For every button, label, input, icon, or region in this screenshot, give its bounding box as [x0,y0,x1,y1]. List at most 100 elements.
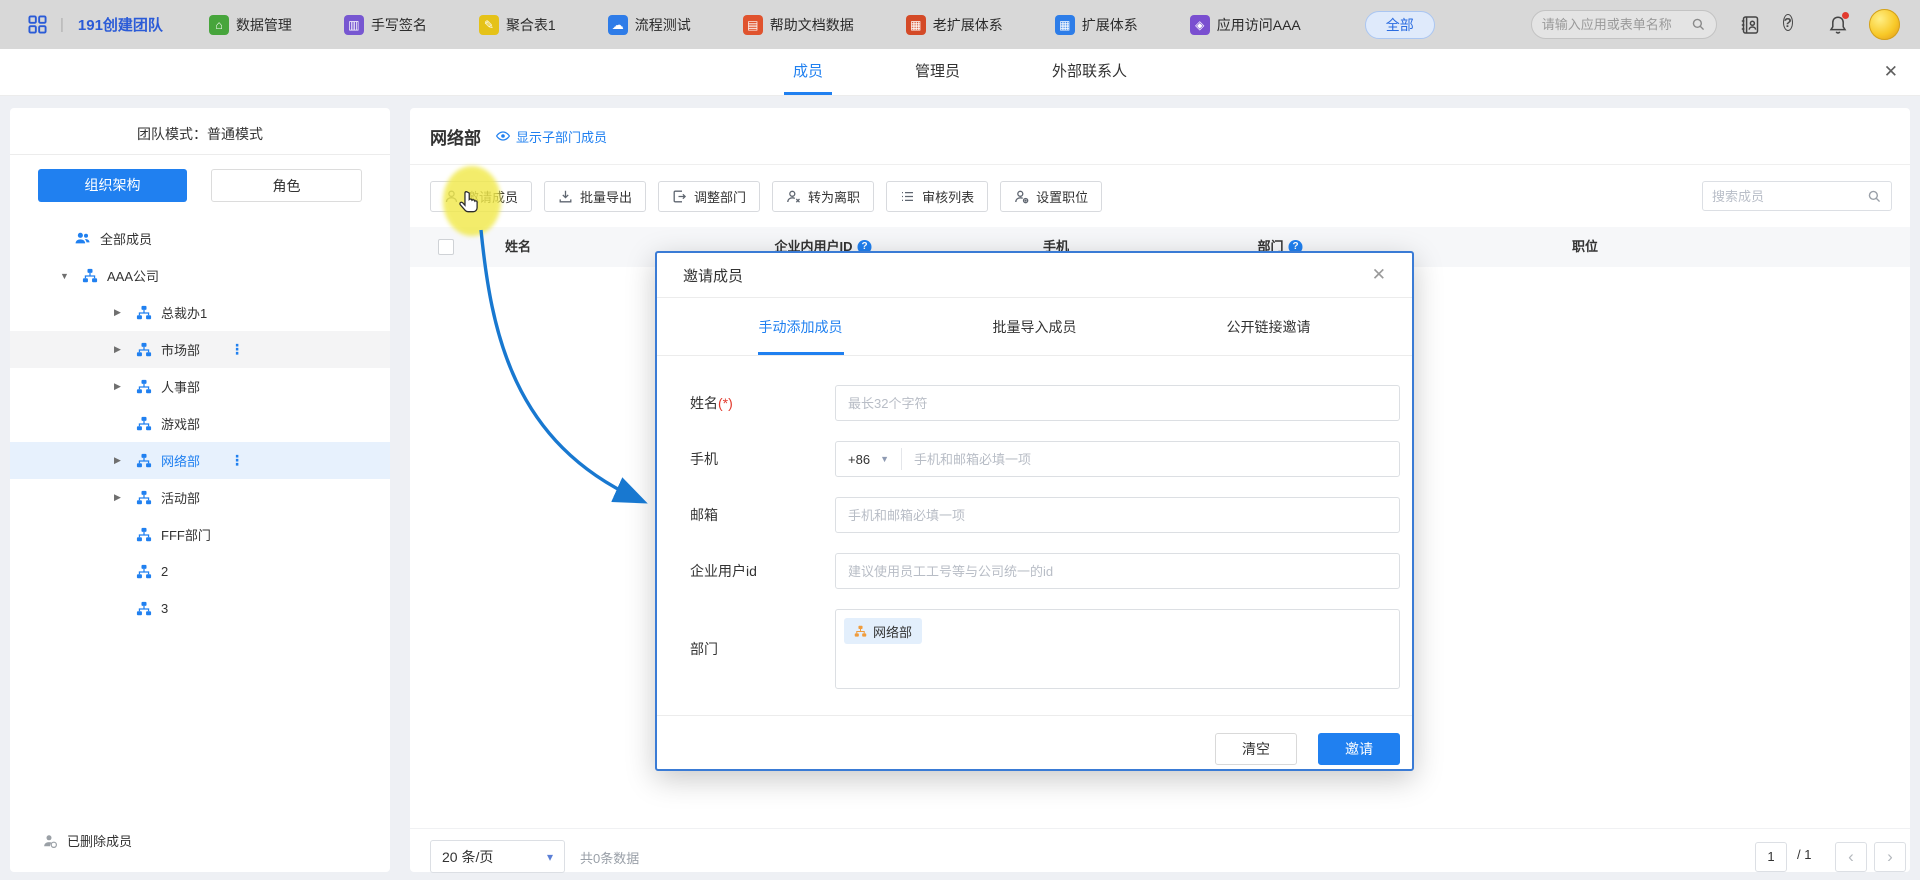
apps-grid-icon[interactable] [28,15,47,34]
tab-batch-import[interactable]: 批量导入成员 [993,298,1077,355]
nav-app-item[interactable]: ▤帮助文档数据 [743,15,854,35]
select-all-checkbox[interactable] [438,239,454,255]
name-field[interactable] [835,385,1400,421]
tab-members[interactable]: 成员 [793,49,823,95]
tree-item-company[interactable]: ▼ AAA公司 [10,257,390,294]
more-menu-icon[interactable]: ⋮ [230,341,244,358]
page-size-select[interactable]: 20 条/页 ▾ [430,840,565,873]
phone-input[interactable] [902,452,1399,467]
member-search-box[interactable] [1702,181,1892,211]
country-code-select[interactable]: +86 ▼ [836,448,902,470]
chevron-down-icon: ▾ [547,850,553,864]
global-search-box[interactable] [1531,10,1717,39]
user-id-field[interactable] [835,553,1400,589]
phone-field[interactable]: +86 ▼ [835,441,1400,477]
tree-item[interactable]: ▶ 活动部 [10,479,390,516]
nav-app-item[interactable]: ▥手写签名 [344,15,427,35]
tree-item-label: 2 [161,564,168,579]
tab-public-link[interactable]: 公开链接邀请 [1227,298,1311,355]
department-label: 部门 [690,631,718,667]
name-input[interactable] [836,396,1399,411]
review-list-button[interactable]: 审核列表 [886,181,988,212]
nav-app-item[interactable]: ☁流程测试 [608,15,691,35]
invite-member-button[interactable]: 邀请成员 [430,181,532,212]
tree-item-selected[interactable]: ▶ 网络部 ⋮ [10,442,390,479]
tree-item[interactable]: 3 [10,590,390,627]
app-label: 老扩展体系 [933,15,1003,35]
roles-button[interactable]: 角色 [211,169,362,202]
next-page-button[interactable]: › [1874,842,1906,872]
dialog-tabs: 手动添加成员 批量导入成员 公开链接邀请 [657,298,1412,356]
close-icon[interactable]: ✕ [1372,265,1386,285]
dialog-title: 邀请成员 [683,265,743,286]
tree-item[interactable]: FFF部门 [10,516,390,553]
tree-item-label: 网络部 [161,451,200,470]
close-icon[interactable]: ✕ [1884,49,1898,95]
email-input[interactable] [836,508,1399,523]
user-avatar[interactable] [1869,9,1900,40]
org-structure-button[interactable]: 组织架构 [38,169,187,202]
caret-right-icon[interactable]: ▶ [114,455,136,466]
column-header-position[interactable]: 职位 [1572,227,1598,267]
app-icon: ◈ [1190,15,1210,35]
all-apps-pill-button[interactable]: 全部 [1365,11,1435,39]
team-name[interactable]: 191创建团队 [78,14,163,35]
deleted-members-link[interactable]: 已删除成员 [42,831,132,850]
tree-item-all-members[interactable]: 全部成员 [10,220,390,257]
person-icon [444,189,459,204]
prev-page-button[interactable]: ‹ [1835,842,1867,872]
show-subdepartment-label: 显示子部门成员 [516,127,607,146]
tree-item[interactable]: ▶ 总裁办1 [10,294,390,331]
nav-app-item[interactable]: ⌂数据管理 [209,15,292,35]
nav-app-item[interactable]: ✎聚合表1 [479,15,556,35]
adjust-department-button[interactable]: 调整部门 [658,181,760,212]
global-search-input[interactable] [1542,17,1691,32]
set-resigned-label: 转为离职 [808,187,860,206]
column-header-name[interactable]: 姓名 [505,227,531,267]
nav-app-item[interactable]: ▦老扩展体系 [906,15,1003,35]
sidebar-switch: 组织架构 角色 [10,155,390,208]
email-field[interactable] [835,497,1400,533]
caret-right-icon[interactable]: ▶ [114,492,136,503]
more-menu-icon[interactable]: ⋮ [230,452,244,469]
department-picker[interactable]: 网络部 [835,609,1400,689]
nav-app-item[interactable]: ▦扩展体系 [1055,15,1138,35]
app-window: | 191创建团队 ⌂数据管理 ▥手写签名 ✎聚合表1 ☁流程测试 ▤帮助文档数… [0,0,1920,880]
show-subdepartment-link[interactable]: 显示子部门成员 [495,127,607,146]
tree-item[interactable]: 2 [10,553,390,590]
section-tabbar: 成员 管理员 外部联系人 ✕ [0,49,1920,95]
tree-item[interactable]: ▶ 人事部 [10,368,390,405]
caret-down-icon[interactable]: ▼ [60,271,82,281]
name-label: 姓名(*) [690,385,733,421]
notification-bell-icon[interactable] [1827,14,1849,36]
invite-button[interactable]: 邀请 [1318,733,1400,765]
tab-admins[interactable]: 管理员 [915,49,960,95]
department-tag[interactable]: 网络部 [844,618,922,644]
clear-button[interactable]: 清空 [1215,733,1297,765]
current-page-input[interactable]: 1 [1755,842,1787,872]
tree-item[interactable]: 游戏部 [10,405,390,442]
page-total-label: / 1 [1797,847,1811,862]
contacts-book-icon[interactable] [1739,14,1761,36]
deleted-members-label: 已删除成员 [67,831,132,850]
caret-right-icon[interactable]: ▶ [114,381,136,392]
caret-right-icon[interactable]: ▶ [114,344,136,355]
list-icon [900,189,915,204]
app-label: 帮助文档数据 [770,15,854,35]
move-out-icon [672,189,687,204]
tab-manual-add[interactable]: 手动添加成员 [759,298,843,355]
batch-export-button[interactable]: 批量导出 [544,181,646,212]
tab-external-contacts[interactable]: 外部联系人 [1052,49,1127,95]
members-toolbar: 邀请成员 批量导出 调整部门 转为离职 审核列表 设置职位 [430,181,1102,212]
nav-app-item[interactable]: ◈应用访问AAA [1190,15,1301,35]
app-label: 手写签名 [371,15,427,35]
user-id-input[interactable] [836,564,1399,579]
tree-item[interactable]: ▶ 市场部 ⋮ [10,331,390,368]
help-icon[interactable]: ? [1783,14,1805,36]
caret-right-icon[interactable]: ▶ [114,307,136,318]
set-resigned-button[interactable]: 转为离职 [772,181,874,212]
set-position-label: 设置职位 [1036,187,1088,206]
set-position-button[interactable]: 设置职位 [1000,181,1102,212]
tree-item-label: 人事部 [161,377,200,396]
member-search-input[interactable] [1712,189,1867,204]
